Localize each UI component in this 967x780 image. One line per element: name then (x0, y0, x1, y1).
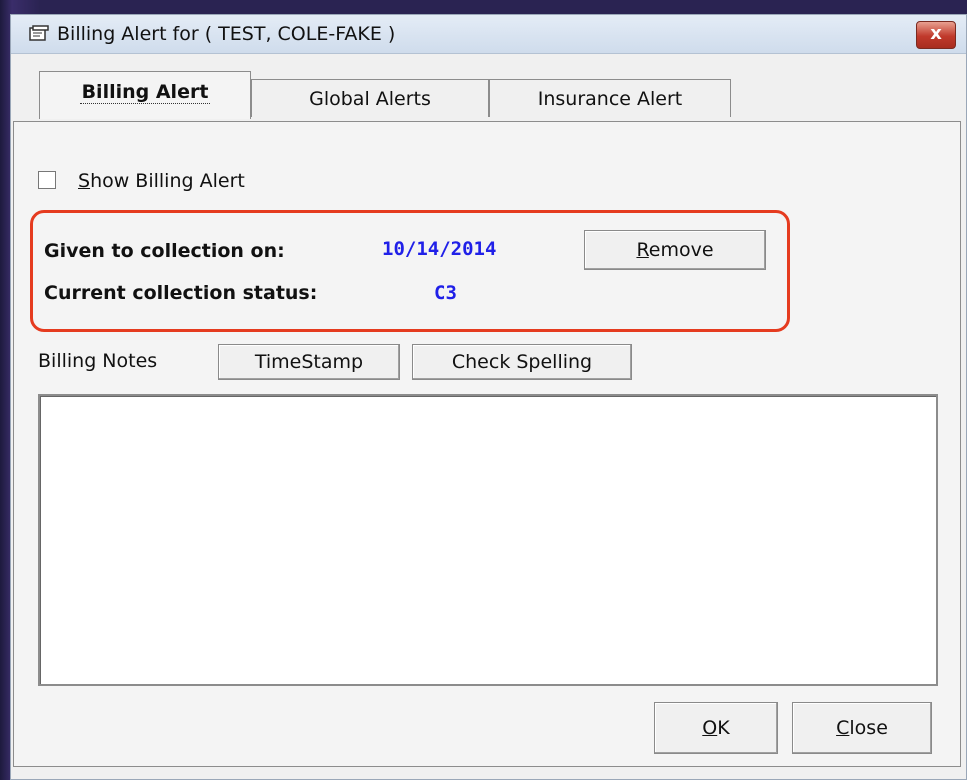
billing-notes-textarea[interactable] (38, 394, 938, 686)
collection-highlight-box (30, 210, 790, 332)
current-collection-status-value: C3 (434, 282, 457, 304)
window-icon (29, 25, 49, 41)
tab-global-alerts[interactable]: Global Alerts (251, 79, 489, 117)
timestamp-button[interactable]: TimeStamp (218, 344, 400, 380)
tab-label: Billing Alert (79, 81, 211, 104)
tab-label: Global Alerts (309, 88, 431, 110)
tab-label: Insurance Alert (537, 88, 683, 110)
given-to-collection-label: Given to collection on: (44, 240, 285, 262)
close-icon: x (930, 23, 942, 44)
title-bar[interactable]: Billing Alert for ( TEST, COLE-FAKE ) x (11, 15, 966, 54)
billing-alert-panel: Show Billing Alert Given to collection o… (13, 121, 961, 767)
tab-strip: Billing Alert Global Alerts Insurance Al… (11, 67, 966, 127)
given-to-collection-date: 10/14/2014 (382, 238, 497, 260)
current-collection-status-label: Current collection status: (44, 282, 318, 304)
show-billing-alert-label[interactable]: Show Billing Alert (78, 170, 245, 192)
billing-alert-dialog: Billing Alert for ( TEST, COLE-FAKE ) x … (10, 14, 967, 780)
remove-button[interactable]: Remove (584, 230, 766, 270)
show-billing-alert-checkbox[interactable] (38, 171, 56, 189)
window-title: Billing Alert for ( TEST, COLE-FAKE ) (57, 23, 396, 45)
close-window-button[interactable]: x (916, 21, 956, 49)
billing-notes-label: Billing Notes (38, 350, 158, 372)
check-spelling-button[interactable]: Check Spelling (412, 344, 632, 380)
tab-billing-alert[interactable]: Billing Alert (39, 71, 251, 119)
ok-button[interactable]: OK (654, 702, 778, 754)
tab-insurance-alert[interactable]: Insurance Alert (489, 79, 731, 117)
close-button[interactable]: Close (792, 702, 932, 754)
